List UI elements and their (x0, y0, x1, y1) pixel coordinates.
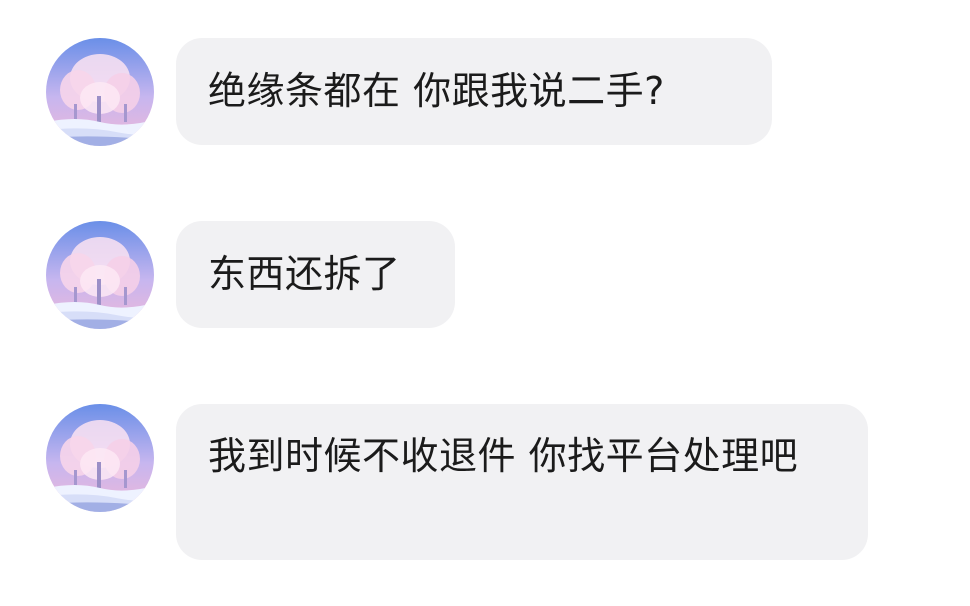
snowy-tree-avatar-icon (46, 221, 154, 329)
message-text: 绝缘条都在 你跟我说二手? (208, 69, 665, 113)
message-bubble[interactable]: 东西还拆了 (176, 221, 455, 328)
message-text: 我到时候不收退件 你找平台处理吧 (208, 434, 799, 478)
message-bubble[interactable]: 绝缘条都在 你跟我说二手? (176, 38, 772, 145)
chat-thread: 绝缘条都在 你跟我说二手? 东西还拆了 我到时候不收退件 你找平台处理吧 (0, 0, 970, 606)
snowy-tree-avatar-icon (46, 38, 154, 146)
message-bubble[interactable]: 我到时候不收退件 你找平台处理吧 (176, 404, 868, 560)
avatar[interactable] (46, 404, 154, 512)
message-text: 东西还拆了 (208, 252, 401, 296)
avatar[interactable] (46, 221, 154, 329)
avatar[interactable] (46, 38, 154, 146)
snowy-tree-avatar-icon (46, 404, 154, 512)
